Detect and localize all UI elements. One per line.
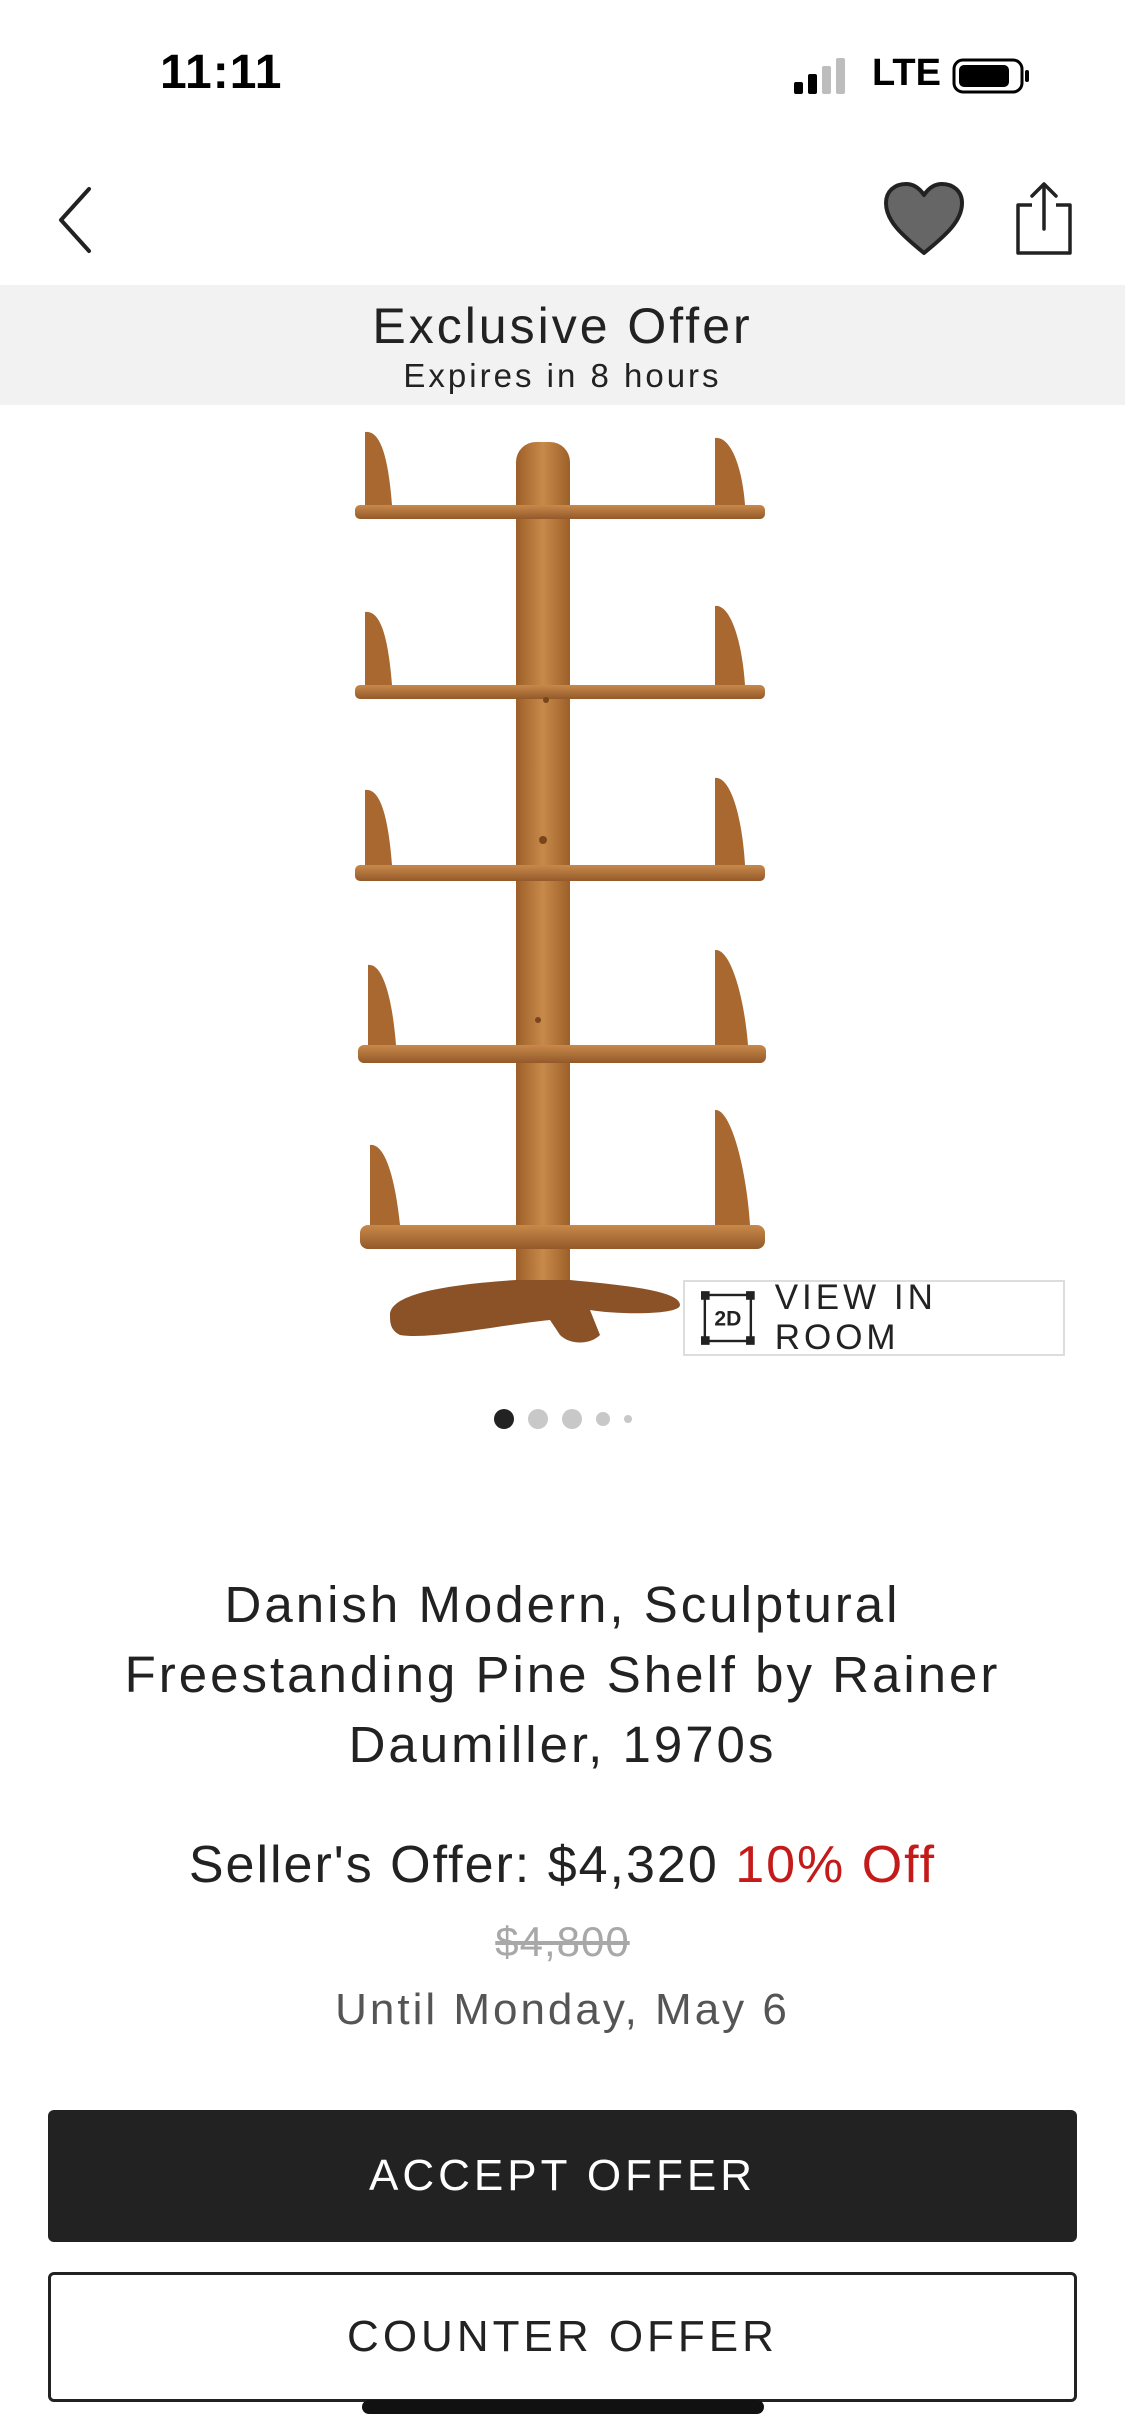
offer-price: $4,320 bbox=[547, 1836, 719, 1894]
carousel-dot[interactable] bbox=[623, 1415, 632, 1423]
offer-banner: Exclusive Offer Expires in 8 hours bbox=[0, 285, 1125, 405]
offer-valid-until: Until Monday, May 6 bbox=[335, 1985, 790, 2034]
offer-title: Exclusive Offer bbox=[372, 298, 753, 354]
product-image[interactable] bbox=[320, 410, 800, 1360]
view-in-room-badge: 2D bbox=[714, 1308, 741, 1331]
carousel-dot[interactable] bbox=[595, 1412, 610, 1426]
product-title: Danish Modern, Sculptural Freestanding P… bbox=[124, 1576, 1001, 1773]
offer-label: Seller's Offer: bbox=[188, 1836, 532, 1894]
chevron-left-icon bbox=[59, 187, 91, 253]
accept-offer-button[interactable]: ACCEPT OFFER bbox=[48, 2110, 1077, 2242]
original-price: $4,800 bbox=[495, 1918, 630, 1965]
status-bar: 11:11 LTE bbox=[0, 0, 1125, 150]
share-icon bbox=[1016, 182, 1072, 255]
share-button[interactable] bbox=[1004, 174, 1084, 264]
status-time: 11:11 bbox=[160, 46, 283, 99]
carousel-dot[interactable] bbox=[561, 1409, 582, 1429]
battery-icon bbox=[952, 58, 1029, 94]
signal-icon bbox=[794, 58, 845, 94]
discount-badge: 10% Off bbox=[735, 1836, 937, 1894]
view-in-room-label: VIEW IN ROOM bbox=[774, 1278, 937, 1357]
favorite-button[interactable] bbox=[876, 174, 972, 264]
view-in-room-button[interactable]: 2D VIEW IN ROOM bbox=[683, 1278, 1065, 1357]
price-line: Seller's Offer: $4,320 10% Off bbox=[0, 1835, 1125, 1895]
carousel-dot[interactable] bbox=[527, 1409, 548, 1429]
carousel-dots[interactable] bbox=[0, 1408, 1125, 1430]
home-indicator[interactable] bbox=[362, 2400, 764, 2414]
counter-offer-button[interactable]: COUNTER OFFER bbox=[48, 2272, 1077, 2402]
back-button[interactable] bbox=[40, 180, 110, 260]
carousel-dot[interactable] bbox=[493, 1409, 514, 1429]
2d-view-icon: 2D bbox=[701, 1291, 755, 1345]
network-label: LTE bbox=[872, 52, 941, 94]
offer-expiry: Expires in 8 hours bbox=[403, 357, 722, 394]
heart-icon bbox=[884, 182, 964, 255]
nav-bar bbox=[0, 150, 1125, 285]
